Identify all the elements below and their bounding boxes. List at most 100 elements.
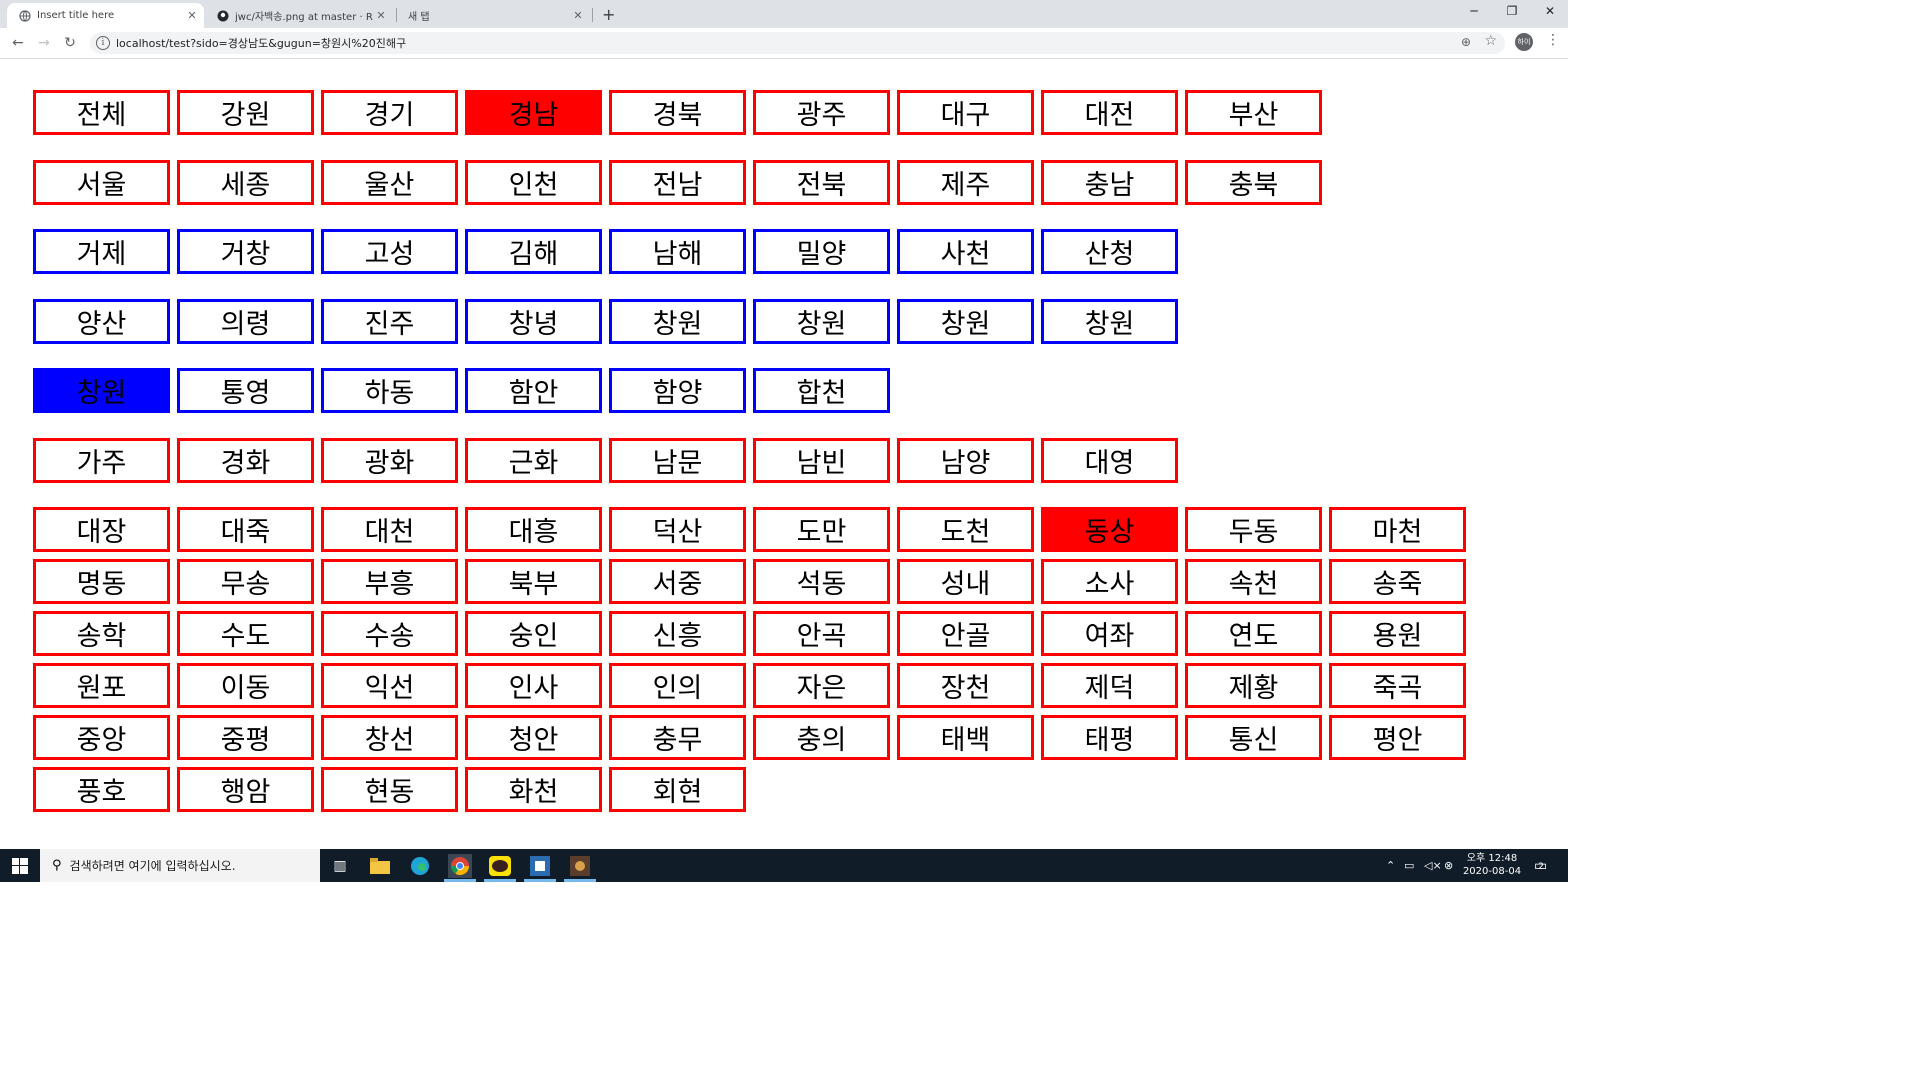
dong-button[interactable]: 인의: [609, 663, 746, 708]
dong-button[interactable]: 대천: [321, 507, 458, 552]
dong-button[interactable]: 중평: [177, 715, 314, 760]
gugun-button[interactable]: 창원: [33, 368, 170, 413]
dong-button[interactable]: 중앙: [33, 715, 170, 760]
dong-button[interactable]: 남빈: [753, 438, 890, 483]
dong-button[interactable]: 광화: [321, 438, 458, 483]
ime-icon[interactable]: ⊗: [1444, 849, 1453, 882]
dong-button[interactable]: 수송: [321, 611, 458, 656]
sido-button[interactable]: 대구: [897, 90, 1034, 135]
gugun-button[interactable]: 함양: [609, 368, 746, 413]
dong-button[interactable]: 북부: [465, 559, 602, 604]
gugun-button[interactable]: 산청: [1041, 229, 1178, 274]
visual-studio-icon[interactable]: [528, 854, 552, 878]
gugun-button[interactable]: 통영: [177, 368, 314, 413]
dong-button[interactable]: 가주: [33, 438, 170, 483]
dong-button[interactable]: 동상: [1041, 507, 1178, 552]
edge-browser-icon[interactable]: [408, 854, 432, 878]
restore-icon[interactable]: ❐: [1492, 4, 1532, 18]
dong-button[interactable]: 용원: [1329, 611, 1466, 656]
dong-button[interactable]: 연도: [1185, 611, 1322, 656]
dong-button[interactable]: 남양: [897, 438, 1034, 483]
gugun-button[interactable]: 창원: [1041, 299, 1178, 344]
gugun-button[interactable]: 거창: [177, 229, 314, 274]
taskbar-clock[interactable]: 오후 12:48 2020-08-04: [1458, 852, 1526, 878]
dong-button[interactable]: 송학: [33, 611, 170, 656]
dong-button[interactable]: 이동: [177, 663, 314, 708]
minimize-icon[interactable]: ─: [1454, 4, 1494, 18]
dong-button[interactable]: 익선: [321, 663, 458, 708]
tray-chevron-icon[interactable]: ⌃: [1386, 849, 1395, 882]
close-icon[interactable]: ✕: [570, 9, 586, 22]
game-app-icon[interactable]: [568, 854, 592, 878]
sido-button[interactable]: 서울: [33, 160, 170, 205]
dong-button[interactable]: 충의: [753, 715, 890, 760]
dong-button[interactable]: 부흥: [321, 559, 458, 604]
dong-button[interactable]: 장천: [897, 663, 1034, 708]
dong-button[interactable]: 행암: [177, 767, 314, 812]
sido-button[interactable]: 세종: [177, 160, 314, 205]
sido-button[interactable]: 충남: [1041, 160, 1178, 205]
sido-button[interactable]: 광주: [753, 90, 890, 135]
network-icon[interactable]: ▭: [1404, 849, 1414, 882]
gugun-button[interactable]: 사천: [897, 229, 1034, 274]
gugun-button[interactable]: 합천: [753, 368, 890, 413]
tab-active[interactable]: Insert title here ✕: [7, 3, 204, 28]
gugun-button[interactable]: 창원: [753, 299, 890, 344]
dong-button[interactable]: 경화: [177, 438, 314, 483]
sido-button[interactable]: 대전: [1041, 90, 1178, 135]
gugun-button[interactable]: 김해: [465, 229, 602, 274]
gugun-button[interactable]: 남해: [609, 229, 746, 274]
dong-button[interactable]: 마천: [1329, 507, 1466, 552]
tab-github[interactable]: jwc/자백송.png at master · Rion ✕: [205, 3, 393, 28]
dong-button[interactable]: 제황: [1185, 663, 1322, 708]
dong-button[interactable]: 송죽: [1329, 559, 1466, 604]
dong-button[interactable]: 근화: [465, 438, 602, 483]
bookmark-star-icon[interactable]: ☆: [1484, 33, 1497, 49]
dong-button[interactable]: 대영: [1041, 438, 1178, 483]
dong-button[interactable]: 도만: [753, 507, 890, 552]
dong-button[interactable]: 창선: [321, 715, 458, 760]
zoom-icon[interactable]: ⊕: [1461, 35, 1471, 49]
dong-button[interactable]: 속천: [1185, 559, 1322, 604]
dong-button[interactable]: 죽곡: [1329, 663, 1466, 708]
dong-button[interactable]: 청안: [465, 715, 602, 760]
reload-icon[interactable]: ↻: [60, 33, 80, 53]
forward-arrow-icon[interactable]: →: [34, 33, 54, 53]
windows-start-icon[interactable]: [0, 849, 40, 882]
menu-kebab-icon[interactable]: ⋮: [1546, 32, 1560, 48]
dong-button[interactable]: 대흥: [465, 507, 602, 552]
dong-button[interactable]: 자은: [753, 663, 890, 708]
dong-button[interactable]: 통신: [1185, 715, 1322, 760]
sido-button[interactable]: 충북: [1185, 160, 1322, 205]
dong-button[interactable]: 제덕: [1041, 663, 1178, 708]
dong-button[interactable]: 남문: [609, 438, 746, 483]
sido-button[interactable]: 부산: [1185, 90, 1322, 135]
sido-button[interactable]: 경남: [465, 90, 602, 135]
sido-button[interactable]: 경기: [321, 90, 458, 135]
sido-button[interactable]: 전북: [753, 160, 890, 205]
dong-button[interactable]: 신흥: [609, 611, 746, 656]
sido-button[interactable]: 전남: [609, 160, 746, 205]
dong-button[interactable]: 회현: [609, 767, 746, 812]
new-tab-plus-icon[interactable]: +: [602, 5, 615, 24]
address-url[interactable]: localhost/test?sido=경상남도&gugun=창원시%20진해구: [116, 35, 406, 51]
dong-button[interactable]: 성내: [897, 559, 1034, 604]
dong-button[interactable]: 수도: [177, 611, 314, 656]
dong-button[interactable]: 여좌: [1041, 611, 1178, 656]
dong-button[interactable]: 태백: [897, 715, 1034, 760]
gugun-button[interactable]: 창녕: [465, 299, 602, 344]
close-icon[interactable]: ✕: [184, 9, 200, 22]
file-explorer-icon[interactable]: [368, 854, 392, 878]
gugun-button[interactable]: 함안: [465, 368, 602, 413]
dong-button[interactable]: 덕산: [609, 507, 746, 552]
task-view-icon[interactable]: ▥: [328, 854, 352, 878]
dong-button[interactable]: 대장: [33, 507, 170, 552]
dong-button[interactable]: 서중: [609, 559, 746, 604]
kakaotalk-icon[interactable]: [488, 854, 512, 878]
volume-muted-icon[interactable]: ◁×: [1424, 849, 1442, 882]
gugun-button[interactable]: 거제: [33, 229, 170, 274]
back-arrow-icon[interactable]: ←: [8, 33, 28, 53]
dong-button[interactable]: 태평: [1041, 715, 1178, 760]
window-close-icon[interactable]: ✕: [1530, 4, 1570, 18]
dong-button[interactable]: 명동: [33, 559, 170, 604]
